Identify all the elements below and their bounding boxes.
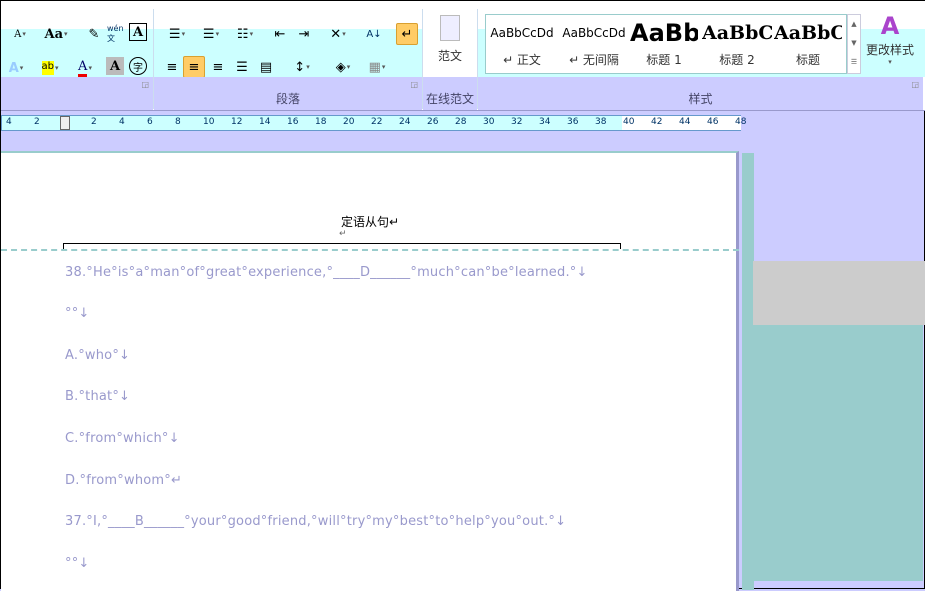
document-image-icon: [440, 15, 460, 41]
ruler-tick: 38: [595, 117, 607, 127]
ribbon: A ▾ Aa ▾ ✎ wén文 A A ▾ ab ▾ A ▾ A 字 ◲ ☰ ▾ ☰ ▾ ☷ ▾…: [1, 1, 925, 111]
paragraph-group-label: 段落 ◲: [154, 77, 422, 110]
ruler-tick: 10: [203, 117, 215, 127]
styles-aa-icon: A: [880, 12, 900, 40]
question-line: 37.°I,°____B______°your°good°friend,°wil…: [65, 514, 567, 529]
ruler-tick: 20: [343, 117, 355, 127]
ruler-tick: 16: [287, 117, 299, 127]
horizontal-ruler[interactable]: 42 2 4 6 8 10 12 14 16 18 20 22 24 26 28 30 32 34 36 38 40 4…: [1, 115, 746, 131]
blank-line: °°↓: [65, 306, 90, 321]
ruler-tick: 48: [735, 117, 747, 127]
clear-format-icon[interactable]: ✎: [83, 23, 105, 45]
line-spacing-button[interactable]: ↕ ▾: [288, 56, 316, 78]
align-left-button[interactable]: ≡: [161, 56, 183, 78]
style-title[interactable]: AaBbC 标题: [774, 15, 842, 73]
ruler-tick: 46: [707, 117, 719, 127]
gallery-scroll[interactable]: ▲ ▼ ☰: [847, 14, 861, 74]
justify-button[interactable]: ☰: [231, 56, 253, 78]
chinese-layout-button[interactable]: ✕ ▾: [323, 23, 353, 45]
option-d: D.°from°whom°↵: [65, 473, 183, 488]
align-center-button[interactable]: ≡: [183, 56, 205, 78]
ruler-tick: 22: [371, 117, 383, 127]
styles-gallery: AaBbCcDd ↵ 正文 AaBbCcDd ↵ 无间隔 AaBb 标题 1 AaBb…: [485, 14, 847, 74]
header-boundary: [1, 249, 739, 251]
ruler-tick: 26: [427, 117, 439, 127]
style-normal[interactable]: AaBbCcDd ↵ 正文: [486, 15, 558, 73]
borders-button[interactable]: ▦ ▾: [363, 56, 391, 78]
document-page[interactable]: 定语从句↵ ↵ 38.°He°is°a°man°of°great°experie…: [1, 151, 739, 591]
highlight-button[interactable]: ab ▾: [35, 57, 65, 79]
option-c: C.°from°which°↓: [65, 431, 180, 446]
style-heading-1[interactable]: AaBb 标题 1: [630, 15, 698, 73]
change-styles-button[interactable]: A 更改样式 ▾: [863, 11, 917, 77]
char-border-button[interactable]: A: [129, 23, 147, 41]
style-heading-2[interactable]: AaBbC 标题 2: [702, 15, 772, 73]
align-right-button[interactable]: ≡: [207, 56, 229, 78]
ruler-tick: 12: [231, 117, 243, 127]
question-line: 38.°He°is°a°man°of°great°experience,°___…: [65, 265, 588, 280]
numbering-button[interactable]: ☰ ▾: [197, 23, 225, 45]
font-color-button[interactable]: A ▾: [71, 57, 99, 79]
increase-indent-button[interactable]: ⇥: [293, 23, 315, 45]
ruler-tick: 34: [539, 117, 551, 127]
option-a: A.°who°↓: [65, 348, 131, 363]
shrink-font-button[interactable]: A ▾: [9, 23, 31, 45]
header-text: 定语从句↵: [340, 215, 400, 229]
fanwen-button[interactable]: 范文: [423, 9, 477, 77]
decrease-indent-button[interactable]: ⇤: [269, 23, 291, 45]
style-no-spacing[interactable]: AaBbCcDd ↵ 无间隔: [558, 15, 630, 73]
ruler-tick: 6: [147, 117, 153, 127]
bullets-button[interactable]: ☰ ▾: [163, 23, 191, 45]
indent-marker[interactable]: [60, 116, 70, 130]
distribute-button[interactable]: ▤: [255, 56, 277, 78]
ruler-tick: 2: [91, 117, 97, 127]
styles-group-label: 样式 ◲: [478, 77, 923, 110]
sort-button[interactable]: A↓: [363, 23, 385, 45]
ruler-tick: 28: [455, 117, 467, 127]
ruler-tick: 44: [679, 117, 691, 127]
background-teal: [753, 325, 923, 581]
blank-line: °°↓: [65, 556, 90, 571]
phonetic-guide-button[interactable]: wén文: [107, 23, 129, 45]
multilevel-list-button[interactable]: ☷ ▾: [231, 23, 259, 45]
background-gray: [753, 261, 925, 325]
ruler-tick: 18: [315, 117, 327, 127]
font-group-label: ◲: [1, 77, 153, 110]
ruler-tick: 8: [175, 117, 181, 127]
ruler-tick: 30: [483, 117, 495, 127]
text-effect-button[interactable]: A ▾: [5, 57, 27, 79]
online-group-label: 在线范文: [423, 77, 477, 110]
header-paragraph-mark: ↵: [339, 229, 347, 239]
shading-button[interactable]: ◈ ▾: [329, 56, 357, 78]
show-marks-button[interactable]: ↵: [396, 23, 418, 45]
ruler-tick: 14: [259, 117, 271, 127]
change-case-button[interactable]: Aa ▾: [41, 23, 71, 45]
ruler-tick: 40: [623, 117, 635, 127]
ruler-tick: 32: [511, 117, 523, 127]
ruler-tick: 24: [399, 117, 411, 127]
ruler-tick: 36: [567, 117, 579, 127]
ruler-tick: 4: [119, 117, 125, 127]
ruler-tick: 42: [651, 117, 663, 127]
option-b: B.°that°↓: [65, 389, 131, 404]
char-shading-button[interactable]: A: [106, 57, 124, 75]
